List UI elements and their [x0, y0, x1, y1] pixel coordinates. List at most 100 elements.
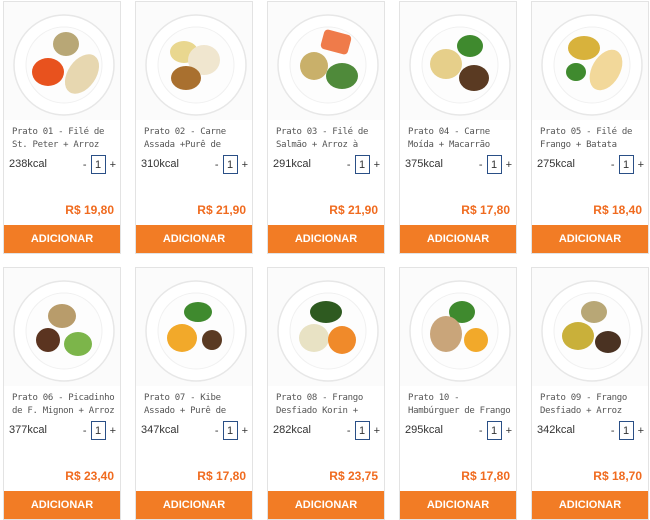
quantity-stepper: - 1 + [214, 421, 249, 440]
plate-shredded-chicken-rice-photo[interactable] [532, 268, 648, 386]
quantity-input[interactable]: 1 [90, 155, 106, 174]
decrease-button[interactable]: - [610, 159, 616, 171]
product-card: Prato 02 - Carne Assada +Purê de Batata … [135, 1, 253, 254]
product-card: Prato 03 - Filé de Salmão + Arroz à Greg… [267, 1, 385, 254]
product-name[interactable]: Prato 09 - Frango Desfiado + Arroz [540, 392, 646, 418]
product-price: R$ 23,40 [65, 469, 114, 483]
add-to-cart-button[interactable]: ADICIONAR [400, 491, 516, 519]
decrease-button[interactable]: - [82, 159, 88, 171]
product-price: R$ 23,75 [329, 469, 378, 483]
product-card: Prato 01 - Filé de St. Peter + Arroz Int… [3, 1, 121, 254]
add-to-cart-button[interactable]: ADICIONAR [136, 491, 252, 519]
product-kcal: 238kcal [9, 158, 47, 170]
increase-button[interactable]: + [505, 425, 513, 437]
product-price: R$ 21,90 [197, 203, 246, 217]
product-name[interactable]: Prato 02 - Carne Assada +Purê de Batata [144, 126, 250, 152]
product-price: R$ 17,80 [197, 469, 246, 483]
quantity-input[interactable]: 1 [222, 155, 238, 174]
decrease-button[interactable]: - [478, 159, 484, 171]
quantity-stepper: - 1 + [346, 155, 381, 174]
plate-fish-carrot-rice-photo[interactable] [4, 2, 120, 120]
product-card: Prato 06 - Picadinho de F. Mignon + Arro… [3, 267, 121, 520]
decrease-button[interactable]: - [214, 159, 220, 171]
product-name[interactable]: Prato 05 - Filé de Frango + Batata Saute… [540, 126, 646, 152]
plate-ground-beef-pasta-photo[interactable] [400, 2, 516, 120]
add-to-cart-button[interactable]: ADICIONAR [532, 225, 648, 253]
plate-roast-beef-mash-photo[interactable] [136, 2, 252, 120]
product-name[interactable]: Prato 01 - Filé de St. Peter + Arroz Int… [12, 126, 118, 152]
product-price: R$ 18,40 [593, 203, 642, 217]
plate-chicken-burger-photo[interactable] [400, 268, 516, 386]
add-to-cart-button[interactable]: ADICIONAR [532, 491, 648, 519]
product-kcal: 275kcal [537, 158, 575, 170]
add-to-cart-button[interactable]: ADICIONAR [268, 225, 384, 253]
decrease-button[interactable]: - [478, 425, 484, 437]
quantity-input[interactable]: 1 [354, 421, 370, 440]
product-kcal: 291kcal [273, 158, 311, 170]
quantity-stepper: - 1 + [214, 155, 249, 174]
decrease-button[interactable]: - [346, 425, 352, 437]
product-kcal: 295kcal [405, 424, 443, 436]
decrease-button[interactable]: - [82, 425, 88, 437]
quantity-stepper: - 1 + [346, 421, 381, 440]
quantity-input[interactable]: 1 [90, 421, 106, 440]
quantity-stepper: - 1 + [82, 155, 117, 174]
product-kcal: 377kcal [9, 424, 47, 436]
plate-shredded-chicken-photo[interactable] [268, 268, 384, 386]
decrease-button[interactable]: - [346, 159, 352, 171]
increase-button[interactable]: + [637, 159, 645, 171]
increase-button[interactable]: + [241, 159, 249, 171]
increase-button[interactable]: + [373, 425, 381, 437]
product-name[interactable]: Prato 08 - Frango Desfiado Korin + Purê [276, 392, 382, 418]
quantity-stepper: - 1 + [82, 421, 117, 440]
product-kcal: 342kcal [537, 424, 575, 436]
product-card: Prato 08 - Frango Desfiado Korin + Purê … [267, 267, 385, 520]
product-price: R$ 17,80 [461, 203, 510, 217]
product-name[interactable]: Prato 06 - Picadinho de F. Mignon + Arro… [12, 392, 118, 418]
product-name[interactable]: Prato 04 - Carne Moída + Macarrão Integr… [408, 126, 514, 152]
product-card: Prato 09 - Frango Desfiado + Arroz 342kc… [531, 267, 649, 520]
product-card: Prato 07 - Kibe Assado + Purê de 347kcal… [135, 267, 253, 520]
decrease-button[interactable]: - [214, 425, 220, 437]
increase-button[interactable]: + [637, 425, 645, 437]
plate-salmon-rice-beans-photo[interactable] [268, 2, 384, 120]
quantity-stepper: - 1 + [478, 421, 513, 440]
quantity-input[interactable]: 1 [354, 155, 370, 174]
product-name[interactable]: Prato 07 - Kibe Assado + Purê de [144, 392, 250, 418]
product-price: R$ 18,70 [593, 469, 642, 483]
quantity-input[interactable]: 1 [618, 155, 634, 174]
product-kcal: 310kcal [141, 158, 179, 170]
product-card: Prato 05 - Filé de Frango + Batata Saute… [531, 1, 649, 254]
quantity-stepper: - 1 + [610, 155, 645, 174]
product-price: R$ 17,80 [461, 469, 510, 483]
plate-mignon-rice-beans-photo[interactable] [4, 268, 120, 386]
product-name[interactable]: Prato 03 - Filé de Salmão + Arroz à Greg… [276, 126, 382, 152]
add-to-cart-button[interactable]: ADICIONAR [400, 225, 516, 253]
add-to-cart-button[interactable]: ADICIONAR [4, 225, 120, 253]
product-kcal: 282kcal [273, 424, 311, 436]
plate-chicken-potato-photo[interactable] [532, 2, 648, 120]
product-card: Prato 10 - Hambúrguer de Frango + Purê d… [399, 267, 517, 520]
increase-button[interactable]: + [109, 159, 117, 171]
decrease-button[interactable]: - [610, 425, 616, 437]
increase-button[interactable]: + [373, 159, 381, 171]
quantity-input[interactable]: 1 [222, 421, 238, 440]
product-price: R$ 19,80 [65, 203, 114, 217]
quantity-input[interactable]: 1 [486, 155, 502, 174]
add-to-cart-button[interactable]: ADICIONAR [136, 225, 252, 253]
product-card: Prato 04 - Carne Moída + Macarrão Integr… [399, 1, 517, 254]
increase-button[interactable]: + [505, 159, 513, 171]
quantity-stepper: - 1 + [610, 421, 645, 440]
quantity-stepper: - 1 + [478, 155, 513, 174]
increase-button[interactable]: + [109, 425, 117, 437]
plate-kibe-mash-photo[interactable] [136, 268, 252, 386]
quantity-input[interactable]: 1 [486, 421, 502, 440]
increase-button[interactable]: + [241, 425, 249, 437]
add-to-cart-button[interactable]: ADICIONAR [4, 491, 120, 519]
product-name[interactable]: Prato 10 - Hambúrguer de Frango + Purê d… [408, 392, 514, 418]
product-kcal: 347kcal [141, 424, 179, 436]
product-kcal: 375kcal [405, 158, 443, 170]
add-to-cart-button[interactable]: ADICIONAR [268, 491, 384, 519]
quantity-input[interactable]: 1 [618, 421, 634, 440]
product-price: R$ 21,90 [329, 203, 378, 217]
